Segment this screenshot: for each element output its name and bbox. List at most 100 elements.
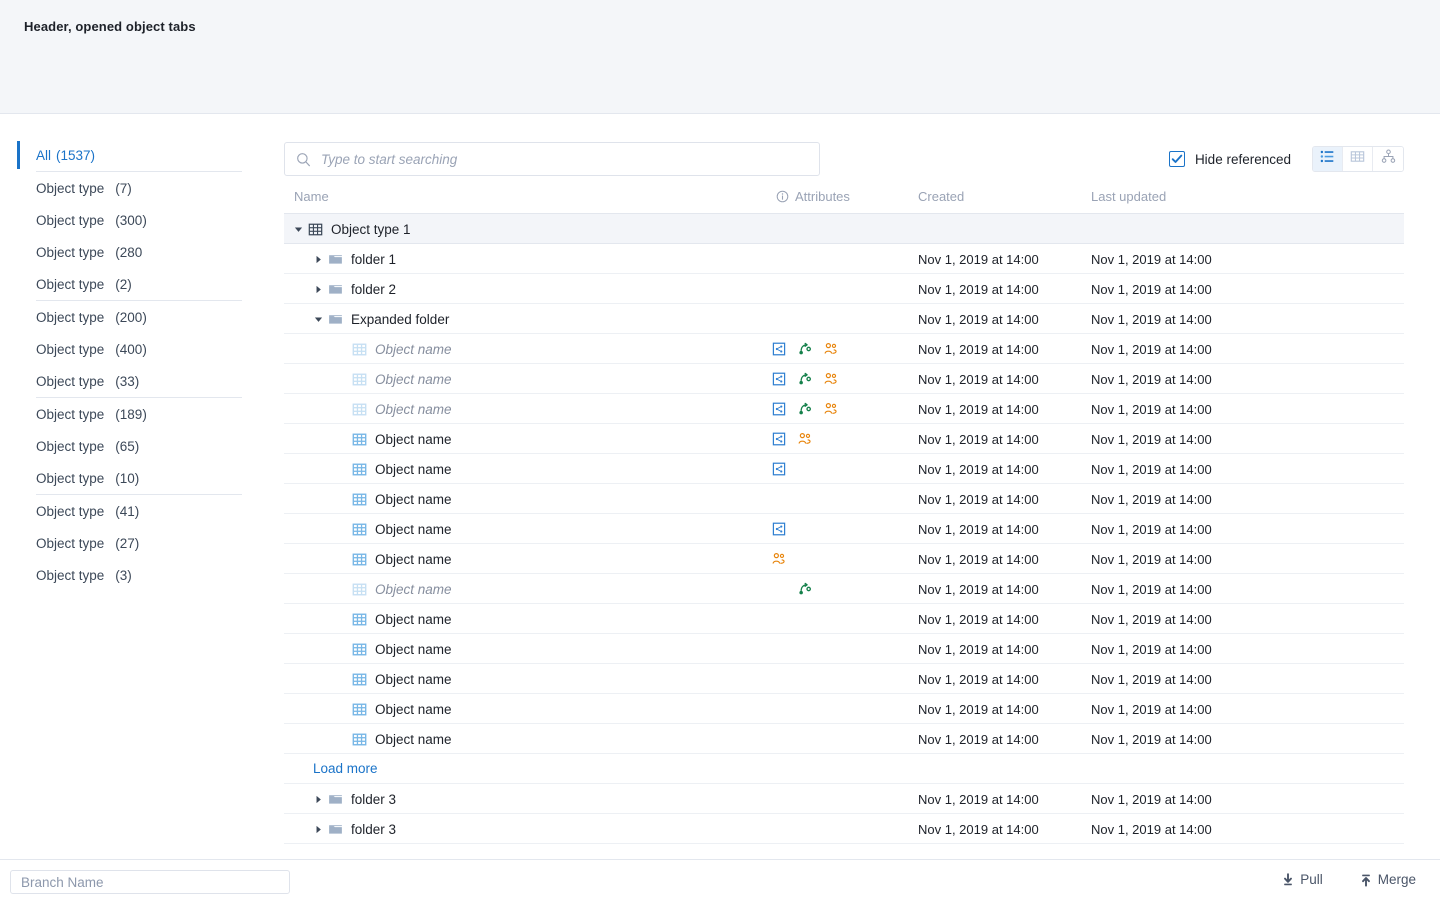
list-view-button[interactable] xyxy=(1313,147,1343,171)
branch-icon[interactable] xyxy=(798,364,824,394)
grid-view-button[interactable] xyxy=(1343,147,1373,171)
branch-icon[interactable] xyxy=(798,574,824,604)
search-box[interactable] xyxy=(284,142,820,176)
sidebar-item-object-type-3[interactable]: Object type (280 xyxy=(36,236,242,268)
sidebar-item-object-type-8[interactable]: Object type (189) xyxy=(36,398,242,430)
row-name-label: Object name xyxy=(375,491,452,507)
users-icon[interactable] xyxy=(824,394,850,424)
table-icon xyxy=(352,672,367,687)
table-folder-row[interactable]: folder 3 Nov 1, 2019 at 14:00 Nov 1, 2019 … xyxy=(284,814,1404,844)
table-row[interactable]: Object name Nov 1, 2019 at 14:00 Nov 1, 20… xyxy=(284,544,1404,574)
row-name-label: Object name xyxy=(375,521,452,537)
row-attributes-cell xyxy=(772,514,798,544)
row-name-cell: Object name xyxy=(352,664,452,694)
users-icon[interactable] xyxy=(798,424,824,454)
chevron-right-icon[interactable] xyxy=(314,255,328,264)
row-updated-cell: Nov 1, 2019 at 14:00 xyxy=(1091,821,1212,837)
sidebar-item-object-type-10[interactable]: Object type (10) xyxy=(36,462,242,494)
table-row[interactable]: Object name Nov 1, 2019 at 14:00 Nov 1, 20… xyxy=(284,334,1404,364)
table-row[interactable]: Object name Nov 1, 2019 at 14:00 Nov 1, 20… xyxy=(284,424,1404,454)
table-row[interactable]: Object name Nov 1, 2019 at 14:00 Nov 1, 20… xyxy=(284,514,1404,544)
table-folder-row[interactable]: folder 2 Nov 1, 2019 at 14:00 Nov 1, 2019 … xyxy=(284,274,1404,304)
chevron-right-icon[interactable] xyxy=(314,795,328,804)
row-updated-cell: Nov 1, 2019 at 14:00 xyxy=(1091,341,1212,357)
sidebar-item-object-type-2[interactable]: Object type (300) xyxy=(36,204,242,236)
row-updated-cell: Nov 1, 2019 at 14:00 xyxy=(1091,491,1212,507)
sidebar-item-object-type-12[interactable]: Object type (27) xyxy=(36,527,242,559)
sidebar-item-object-type-7[interactable]: Object type (33) xyxy=(36,365,242,397)
shared-object-icon[interactable] xyxy=(772,454,798,484)
table-group-row[interactable]: Object type 1 xyxy=(284,214,1404,244)
table-folder-row[interactable]: folder 3 Nov 1, 2019 at 14:00 Nov 1, 2019 … xyxy=(284,784,1404,814)
users-icon[interactable] xyxy=(772,544,798,574)
row-created-cell: Nov 1, 2019 at 14:00 xyxy=(918,281,1039,297)
column-header-attributes[interactable]: Attributes xyxy=(776,189,850,204)
chevron-down-icon[interactable] xyxy=(314,315,328,324)
column-header-name[interactable]: Name xyxy=(294,189,329,204)
shared-object-icon[interactable] xyxy=(772,394,798,424)
column-header-created[interactable]: Created xyxy=(918,189,964,204)
sidebar-item-count: (27) xyxy=(115,535,140,551)
search-input[interactable] xyxy=(319,150,809,168)
table-folder-row[interactable]: folder 1 Nov 1, 2019 at 14:00 Nov 1, 2019 … xyxy=(284,244,1404,274)
chevron-right-icon[interactable] xyxy=(314,825,328,834)
shared-object-icon[interactable] xyxy=(772,334,798,364)
sidebar-item-all[interactable]: All (1537) xyxy=(17,139,242,171)
table-folder-row[interactable]: Expanded folder Nov 1, 2019 at 14:00 Nov 1… xyxy=(284,304,1404,334)
folder-icon xyxy=(328,792,343,807)
table-row[interactable]: Object name Nov 1, 2019 at 14:00 Nov 1, 20… xyxy=(284,604,1404,634)
chevron-down-icon[interactable] xyxy=(294,225,308,234)
pull-button[interactable]: Pull xyxy=(1281,872,1323,887)
row-name-cell: Object name xyxy=(352,694,452,724)
table-icon-light xyxy=(352,582,367,597)
table-row[interactable]: Object name Nov 1, 2019 at 14:00 Nov 1, 20… xyxy=(284,634,1404,664)
table-row[interactable]: Object name Nov 1, 2019 at 14:00 Nov 1, 20… xyxy=(284,724,1404,754)
sidebar-item-object-type-6[interactable]: Object type (400) xyxy=(36,333,242,365)
tree-view-button[interactable] xyxy=(1373,147,1403,171)
branch-icon[interactable] xyxy=(798,334,824,364)
hide-referenced-checkbox[interactable]: Hide referenced xyxy=(1168,151,1291,167)
shared-object-icon[interactable] xyxy=(772,364,798,394)
row-name-cell: Object name xyxy=(352,334,452,364)
bottom-actions: Pull Merge xyxy=(1245,872,1416,887)
row-created-cell: Nov 1, 2019 at 14:00 xyxy=(918,551,1039,567)
merge-icon xyxy=(1359,873,1373,887)
table-row[interactable]: Object name Nov 1, 2019 at 14:00 Nov 1, 20… xyxy=(284,574,1404,604)
table-row[interactable]: Object name Nov 1, 2019 at 14:00 Nov 1, 20… xyxy=(284,394,1404,424)
sidebar-item-object-type-13[interactable]: Object type (3) xyxy=(36,559,242,591)
table-row[interactable]: Object name Nov 1, 2019 at 14:00 Nov 1, 20… xyxy=(284,484,1404,514)
row-name-cell: folder 3 xyxy=(314,814,396,844)
merge-button[interactable]: Merge xyxy=(1359,872,1416,887)
table-row[interactable]: Object name Nov 1, 2019 at 14:00 Nov 1, 20… xyxy=(284,694,1404,724)
sidebar-item-object-type-11[interactable]: Object type (41) xyxy=(36,495,242,527)
info-icon xyxy=(776,190,789,203)
users-icon[interactable] xyxy=(824,364,850,394)
sidebar-item-count: (400) xyxy=(115,341,147,357)
sidebar-item-count: (33) xyxy=(115,373,140,389)
users-icon[interactable] xyxy=(824,334,850,364)
row-created-cell: Nov 1, 2019 at 14:00 xyxy=(918,401,1039,417)
shared-object-icon[interactable] xyxy=(772,514,798,544)
table-row[interactable]: Object name Nov 1, 2019 at 14:00 Nov 1, 20… xyxy=(284,664,1404,694)
row-updated-cell: Nov 1, 2019 at 14:00 xyxy=(1091,611,1212,627)
sidebar-item-object-type-5[interactable]: Object type (200) xyxy=(36,301,242,333)
row-name-label: Object name xyxy=(375,581,452,597)
table-row[interactable]: Object name Nov 1, 2019 at 14:00 Nov 1, 20… xyxy=(284,454,1404,484)
row-updated-cell: Nov 1, 2019 at 14:00 xyxy=(1091,671,1212,687)
column-header-last-updated[interactable]: Last updated xyxy=(1091,189,1166,204)
sidebar-item-count: (1537) xyxy=(56,147,96,163)
table-row[interactable]: Object name Nov 1, 2019 at 14:00 Nov 1, 20… xyxy=(284,364,1404,394)
load-more-link[interactable]: Load more xyxy=(313,761,378,776)
row-name-label: Object name xyxy=(375,371,452,387)
sidebar-item-label: Object type xyxy=(36,276,105,292)
sidebar-item-object-type-9[interactable]: Object type (65) xyxy=(36,430,242,462)
branch-icon[interactable] xyxy=(798,394,824,424)
merge-label: Merge xyxy=(1377,872,1416,887)
sidebar-item-object-type-1[interactable]: Object type (7) xyxy=(36,172,242,204)
row-updated-cell: Nov 1, 2019 at 14:00 xyxy=(1091,791,1212,807)
sidebar-item-object-type-4[interactable]: Object type (2) xyxy=(36,268,242,300)
branch-name-input[interactable] xyxy=(10,870,290,894)
chevron-right-icon[interactable] xyxy=(314,285,328,294)
sidebar-item-label: Object type xyxy=(36,470,105,486)
shared-object-icon[interactable] xyxy=(772,424,798,454)
